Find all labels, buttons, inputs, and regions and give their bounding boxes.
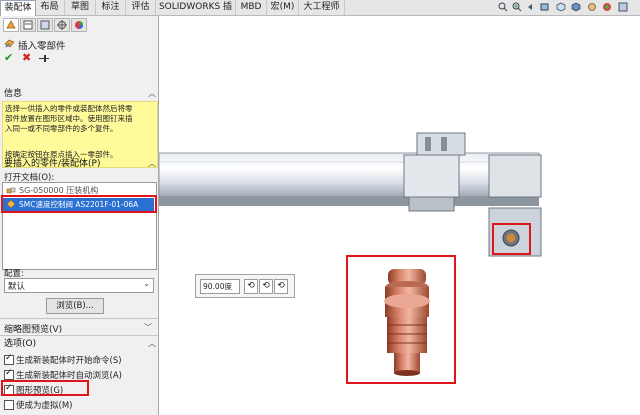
collapse-chevron-icon[interactable]: ︿ <box>148 87 156 101</box>
make-virtual-checkbox[interactable] <box>4 400 14 410</box>
rotate-context-toolbar: 90.00度 ⟲ ⟲ ⟲ <box>195 274 295 298</box>
chevron-down-icon: ⌄ <box>143 279 150 288</box>
start-command-checkbox[interactable] <box>4 353 14 365</box>
view-orientation-icon[interactable] <box>556 2 566 12</box>
configuration-icon <box>40 20 50 30</box>
expand-chevron-icon[interactable]: ﹀ <box>144 322 152 333</box>
divider <box>0 318 158 319</box>
previous-view-icon[interactable] <box>526 2 536 12</box>
rotation-angle-input[interactable]: 90.00度 <box>200 279 240 294</box>
speed-control-valve-preview[interactable] <box>384 269 430 376</box>
appearance-icon[interactable] <box>602 2 612 12</box>
info-section-header[interactable]: 信息 ︿ <box>0 87 158 101</box>
pushpin-icon[interactable] <box>39 54 49 63</box>
option-label: 使成为虚拟(M) <box>16 401 73 411</box>
display-style-icon[interactable] <box>571 2 581 12</box>
command-manager-tabs: 装配体 布局 草图 标注 评估 SOLIDWORKS 插件 MBD 宏(M) 大… <box>0 0 640 27</box>
cancel-button[interactable]: ✖ <box>22 51 31 64</box>
configuration-dropdown[interactable]: 默认 ⌄ <box>4 278 154 293</box>
options-section-header[interactable]: 选项(O) ︿ <box>0 337 158 351</box>
browse-button[interactable]: 浏览(B)... <box>46 298 104 314</box>
thumbnail-preview-header[interactable]: 缩略图预览(V) <box>4 322 62 335</box>
ok-button[interactable]: ✔ <box>4 51 13 64</box>
tab-configuration-manager[interactable] <box>37 18 53 32</box>
part-header-label: 要插入的零件/装配体(P) <box>4 159 101 169</box>
zoom-area-icon[interactable] <box>512 2 522 12</box>
tab-macro[interactable]: 宏(M) <box>267 0 299 15</box>
scene-icon[interactable] <box>618 2 628 12</box>
section-view-icon[interactable] <box>540 2 550 12</box>
tab-dimxpert[interactable] <box>54 18 70 32</box>
tab-assembly[interactable]: 装配体 <box>0 0 36 16</box>
tab-display-manager[interactable] <box>71 18 87 32</box>
collapse-chevron-icon[interactable]: ︿ <box>148 157 156 171</box>
tab-sketch[interactable]: 草图 <box>65 0 96 15</box>
tab-evaluate[interactable]: 评估 <box>126 0 156 15</box>
property-manager-panel: 插入零部件 ✔ ✖ 信息 ︿ 选择一供插入的零件或装配体然后将零 部件放置在图形… <box>0 16 159 415</box>
insert-component-icon <box>4 39 15 48</box>
tab-property-manager[interactable] <box>20 18 36 32</box>
tab-solidworks-addins[interactable]: SOLIDWORKS 插件 <box>156 0 236 27</box>
options-header-label: 选项(O) <box>4 339 37 349</box>
selection-highlight-frame <box>1 195 157 213</box>
hide-show-icon[interactable] <box>587 2 597 12</box>
auto-browse-checkbox[interactable] <box>4 368 14 380</box>
crosshair-icon <box>57 20 67 30</box>
panel-title: 插入零部件 <box>18 41 66 52</box>
option-label: 生成新装配体时开始命令(S) <box>16 356 122 366</box>
model-viewport <box>159 132 542 384</box>
zoom-fit-icon[interactable] <box>498 2 508 12</box>
divider <box>0 335 158 336</box>
graphics-area[interactable]: 90.00度 ⟲ ⟲ ⟲ <box>159 16 640 415</box>
feature-tree-icon <box>6 20 16 29</box>
rotate-z-icon[interactable]: ⟲ <box>274 279 288 294</box>
tab-mbd[interactable]: MBD <box>236 0 267 15</box>
info-line: 入同一或不同零部件的多个复件。 <box>5 124 118 133</box>
rotate-x-icon[interactable]: ⟲ <box>244 279 258 294</box>
part-assembly-section-header[interactable]: 要插入的零件/装配体(P) ︿ <box>0 157 158 171</box>
tab-markup[interactable]: 标注 <box>96 0 126 15</box>
configuration-value: 默认 <box>8 282 26 292</box>
property-sheet-icon <box>23 20 33 30</box>
cylinder-assembly[interactable] <box>159 132 542 257</box>
option-highlight-frame <box>1 380 89 396</box>
tab-layout[interactable]: 布局 <box>35 0 65 15</box>
color-wheel-icon <box>75 21 83 29</box>
rotate-y-icon[interactable]: ⟲ <box>259 279 273 294</box>
collapse-chevron-icon[interactable]: ︿ <box>148 337 156 351</box>
tab-feature-manager[interactable] <box>3 18 19 32</box>
info-header-label: 信息 <box>4 89 23 99</box>
tab-engineer[interactable]: 大工程师 <box>299 0 345 15</box>
